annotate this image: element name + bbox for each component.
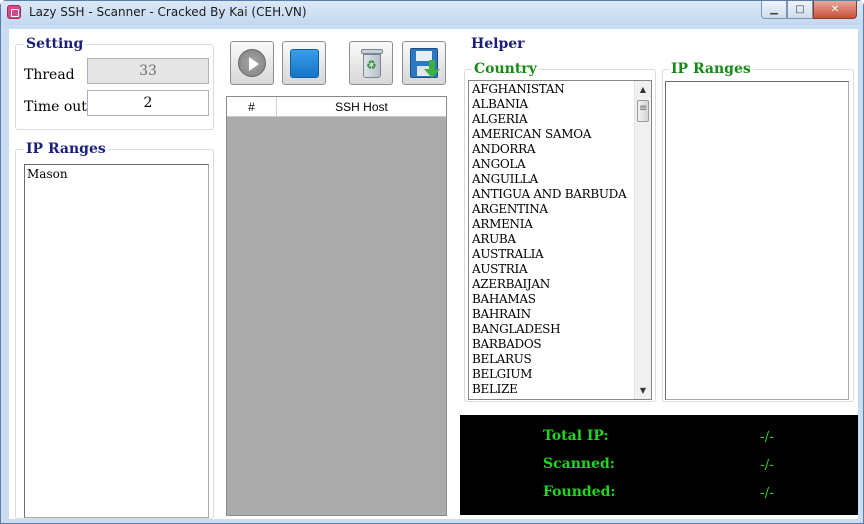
grid-header: # SSH Host	[227, 97, 446, 117]
setting-group: Setting Thread 33 Time out 2	[15, 36, 214, 130]
play-icon	[238, 49, 266, 77]
ssh-host-grid[interactable]: # SSH Host	[226, 96, 447, 516]
scroll-thumb[interactable]	[637, 100, 649, 122]
ip-ranges-group: IP Ranges Mason	[15, 141, 214, 519]
thread-label: Thread	[24, 67, 75, 83]
country-list-item[interactable]: AUSTRIA	[472, 262, 634, 277]
column-header-index[interactable]: #	[227, 97, 277, 116]
country-list-item[interactable]: BARBADOS	[472, 337, 634, 352]
timeout-input[interactable]: 2	[87, 90, 209, 116]
country-list-item[interactable]: ANDORRA	[472, 142, 634, 157]
country-legend: Country	[472, 61, 539, 77]
country-list-item[interactable]: ARGENTINA	[472, 202, 634, 217]
country-list-item[interactable]: ANTIGUA AND BARBUDA	[472, 187, 634, 202]
total-ip-value: -/-	[760, 430, 774, 445]
helper-ip-ranges-textbox[interactable]	[665, 81, 849, 400]
scroll-up-icon[interactable]: ▲	[635, 81, 651, 98]
country-list-item[interactable]: BELGIUM	[472, 367, 634, 382]
start-button[interactable]	[230, 41, 274, 85]
country-list-item[interactable]: BANGLADESH	[472, 322, 634, 337]
scanned-value: -/-	[760, 458, 774, 473]
save-button[interactable]	[402, 41, 446, 85]
minimize-button[interactable]: ▁	[761, 1, 787, 19]
window-controls: ▁ □ ✕	[761, 1, 857, 19]
scanned-label: Scanned:	[543, 456, 615, 472]
close-button[interactable]: ✕	[813, 1, 857, 19]
founded-label: Founded:	[543, 484, 616, 500]
scroll-down-icon[interactable]: ▼	[635, 382, 651, 399]
country-listbox[interactable]: AFGHANISTAN ALBANIA ALGERIA AMERICAN SAMOA A…	[468, 80, 652, 400]
recycle-bin-icon	[361, 49, 383, 79]
country-scrollbar[interactable]: ▲ ▼	[634, 81, 651, 399]
stats-panel: Total IP: -/- Scanned: -/- Founded: -/-	[460, 415, 858, 515]
country-list-item[interactable]: AZERBAIJAN	[472, 277, 634, 292]
client-area: Setting Thread 33 Time out 2 IP Ranges M…	[9, 29, 858, 519]
country-list-item[interactable]: ALBANIA	[472, 97, 634, 112]
country-list-item[interactable]: BAHAMAS	[472, 292, 634, 307]
country-list-items: AFGHANISTAN ALBANIA ALGERIA AMERICAN SAMOA A…	[472, 82, 634, 397]
setting-legend: Setting	[24, 36, 86, 52]
save-icon	[410, 48, 440, 80]
total-ip-label: Total IP:	[543, 428, 609, 444]
window-title: Lazy SSH - Scanner - Cracked By Kai (CEH…	[29, 5, 307, 19]
column-header-ssh-host[interactable]: SSH Host	[277, 97, 446, 116]
clear-button[interactable]	[349, 41, 393, 85]
stop-button[interactable]	[282, 41, 326, 85]
timeout-label: Time out	[24, 99, 87, 115]
country-list-item[interactable]: ARMENIA	[472, 217, 634, 232]
helper-legend: Helper	[469, 36, 527, 52]
country-list-item[interactable]: ARUBA	[472, 232, 634, 247]
ip-ranges-textbox[interactable]: Mason	[24, 164, 209, 518]
maximize-button[interactable]: □	[787, 1, 813, 19]
country-list-item[interactable]: ALGERIA	[472, 112, 634, 127]
ip-ranges-legend: IP Ranges	[24, 141, 108, 157]
country-list-item[interactable]: AFGHANISTAN	[472, 82, 634, 97]
founded-value: -/-	[760, 486, 774, 501]
app-window: Lazy SSH - Scanner - Cracked By Kai (CEH…	[0, 0, 864, 524]
country-list-item[interactable]: BELARUS	[472, 352, 634, 367]
stop-icon	[290, 49, 319, 78]
country-list-item[interactable]: ANGOLA	[472, 157, 634, 172]
helper-ip-ranges-legend: IP Ranges	[669, 61, 753, 77]
country-list-item[interactable]: BELIZE	[472, 382, 634, 397]
country-list-item[interactable]: ANGUILLA	[472, 172, 634, 187]
country-list-item[interactable]: AMERICAN SAMOA	[472, 127, 634, 142]
country-list-item[interactable]: BAHRAIN	[472, 307, 634, 322]
thread-input[interactable]: 33	[87, 58, 209, 84]
title-bar[interactable]: Lazy SSH - Scanner - Cracked By Kai (CEH…	[1, 1, 863, 25]
helper-ip-ranges-group: IP Ranges	[662, 61, 854, 402]
country-list-item[interactable]: AUSTRALIA	[472, 247, 634, 262]
app-icon	[7, 5, 21, 19]
